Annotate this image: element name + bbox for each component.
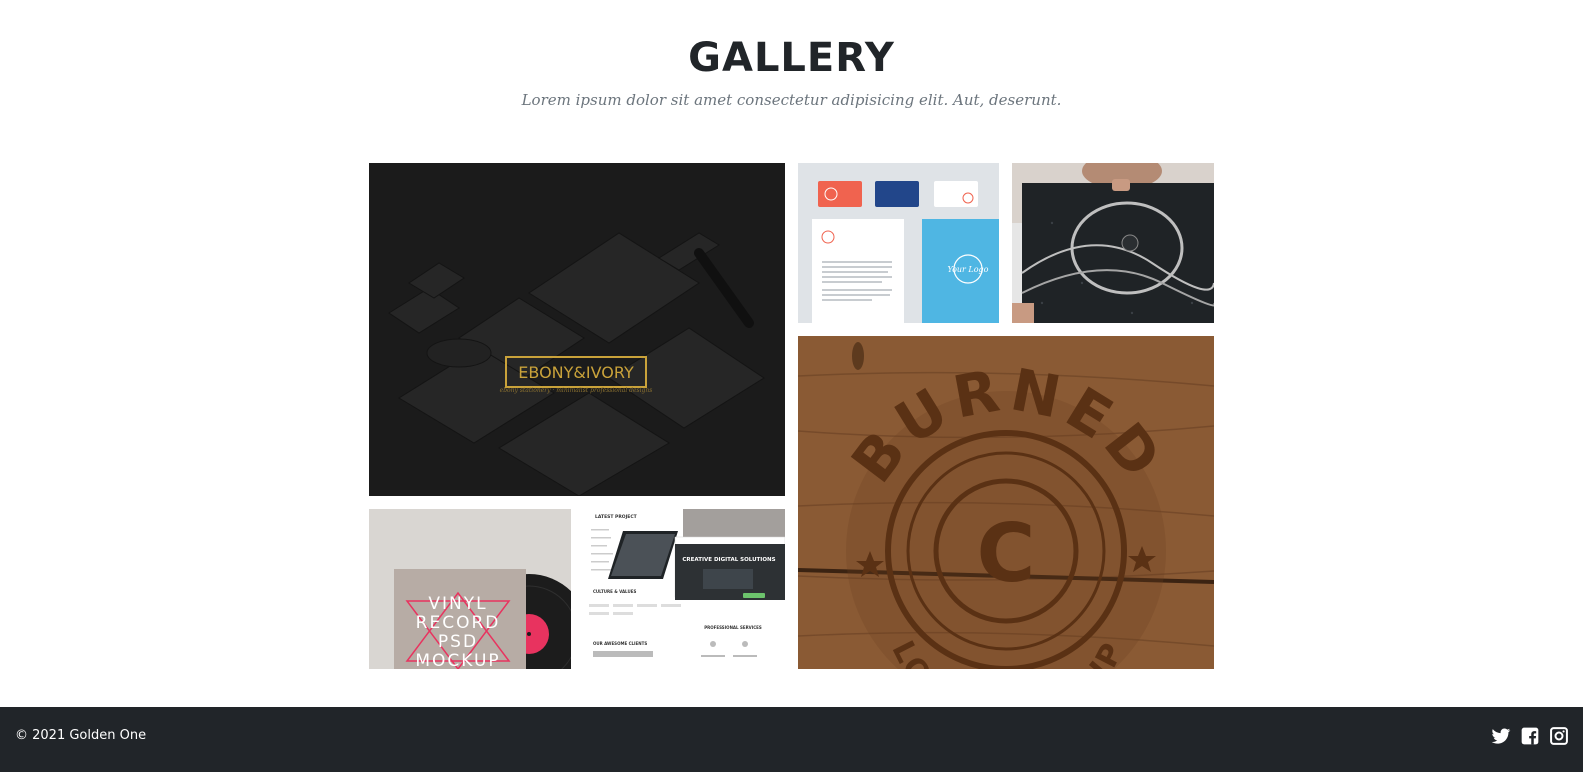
poster-image (1012, 163, 1214, 323)
web-hero-text: CREATIVE DIGITAL SOLUTIONS (682, 557, 775, 563)
social-links (1491, 726, 1569, 746)
section-title: GALLERY (688, 35, 895, 81)
vinyl-mockup-image: VINYL RECORD PSD MOCKUP (369, 509, 571, 669)
burned-letter: C (977, 507, 1036, 600)
vinyl-line-2: RECORD (416, 613, 501, 633)
gallery-item-poster[interactable] (1012, 163, 1214, 323)
ebony-ivory-image: EBONY&IVORY ebony stationery · minimalis… (369, 163, 785, 496)
web-culture-text: CULTURE & VALUES (593, 589, 636, 594)
twitter-icon (1491, 728, 1511, 744)
web-services-text: PROFESSIONAL SERVICES (704, 625, 762, 630)
gallery-item-ebony-ivory[interactable]: EBONY&IVORY ebony stationery · minimalis… (369, 163, 785, 496)
facebook-link[interactable] (1520, 726, 1540, 746)
facebook-icon (1521, 727, 1539, 745)
vinyl-line-3: PSD (438, 632, 478, 652)
gallery-item-web-mockup[interactable]: LATEST PROJECT CREATIVE DIGITAL SOLUTION… (583, 509, 785, 669)
instagram-link[interactable] (1549, 726, 1569, 746)
twitter-link[interactable] (1491, 726, 1511, 746)
vinyl-line-1: VINYL (428, 594, 487, 614)
vinyl-line-4: MOCKUP (415, 651, 500, 669)
gallery-item-business-cards[interactable]: Your Logo (798, 163, 999, 323)
copyright-text: © 2021 Golden One (15, 728, 147, 743)
gallery-heading: GALLERY Lorem ipsum dolor sit amet conse… (0, 34, 1583, 110)
gallery-item-vinyl-mockup[interactable]: VINYL RECORD PSD MOCKUP (369, 509, 571, 669)
ebony-brand-text: EBONY&IVORY (518, 363, 634, 382)
web-latest-project: LATEST PROJECT (595, 514, 638, 520)
gallery-item-burned-logo[interactable]: BURNED LOGO MOCK-UP C (798, 336, 1214, 669)
web-mockup-image: LATEST PROJECT CREATIVE DIGITAL SOLUTION… (583, 509, 785, 669)
business-cards-image: Your Logo (798, 163, 999, 323)
ebony-tagline-text: ebony stationery · minimalist profession… (500, 387, 653, 394)
instagram-icon (1550, 727, 1568, 745)
section-subtitle: Lorem ipsum dolor sit amet consectetur a… (521, 91, 1062, 109)
cards-logo-text: Your Logo (948, 265, 989, 274)
site-footer: © 2021 Golden One (0, 707, 1583, 772)
burned-logo-image: BURNED LOGO MOCK-UP C (798, 336, 1214, 669)
web-clients-text: OUR AWESOME CLIENTS (593, 641, 647, 646)
